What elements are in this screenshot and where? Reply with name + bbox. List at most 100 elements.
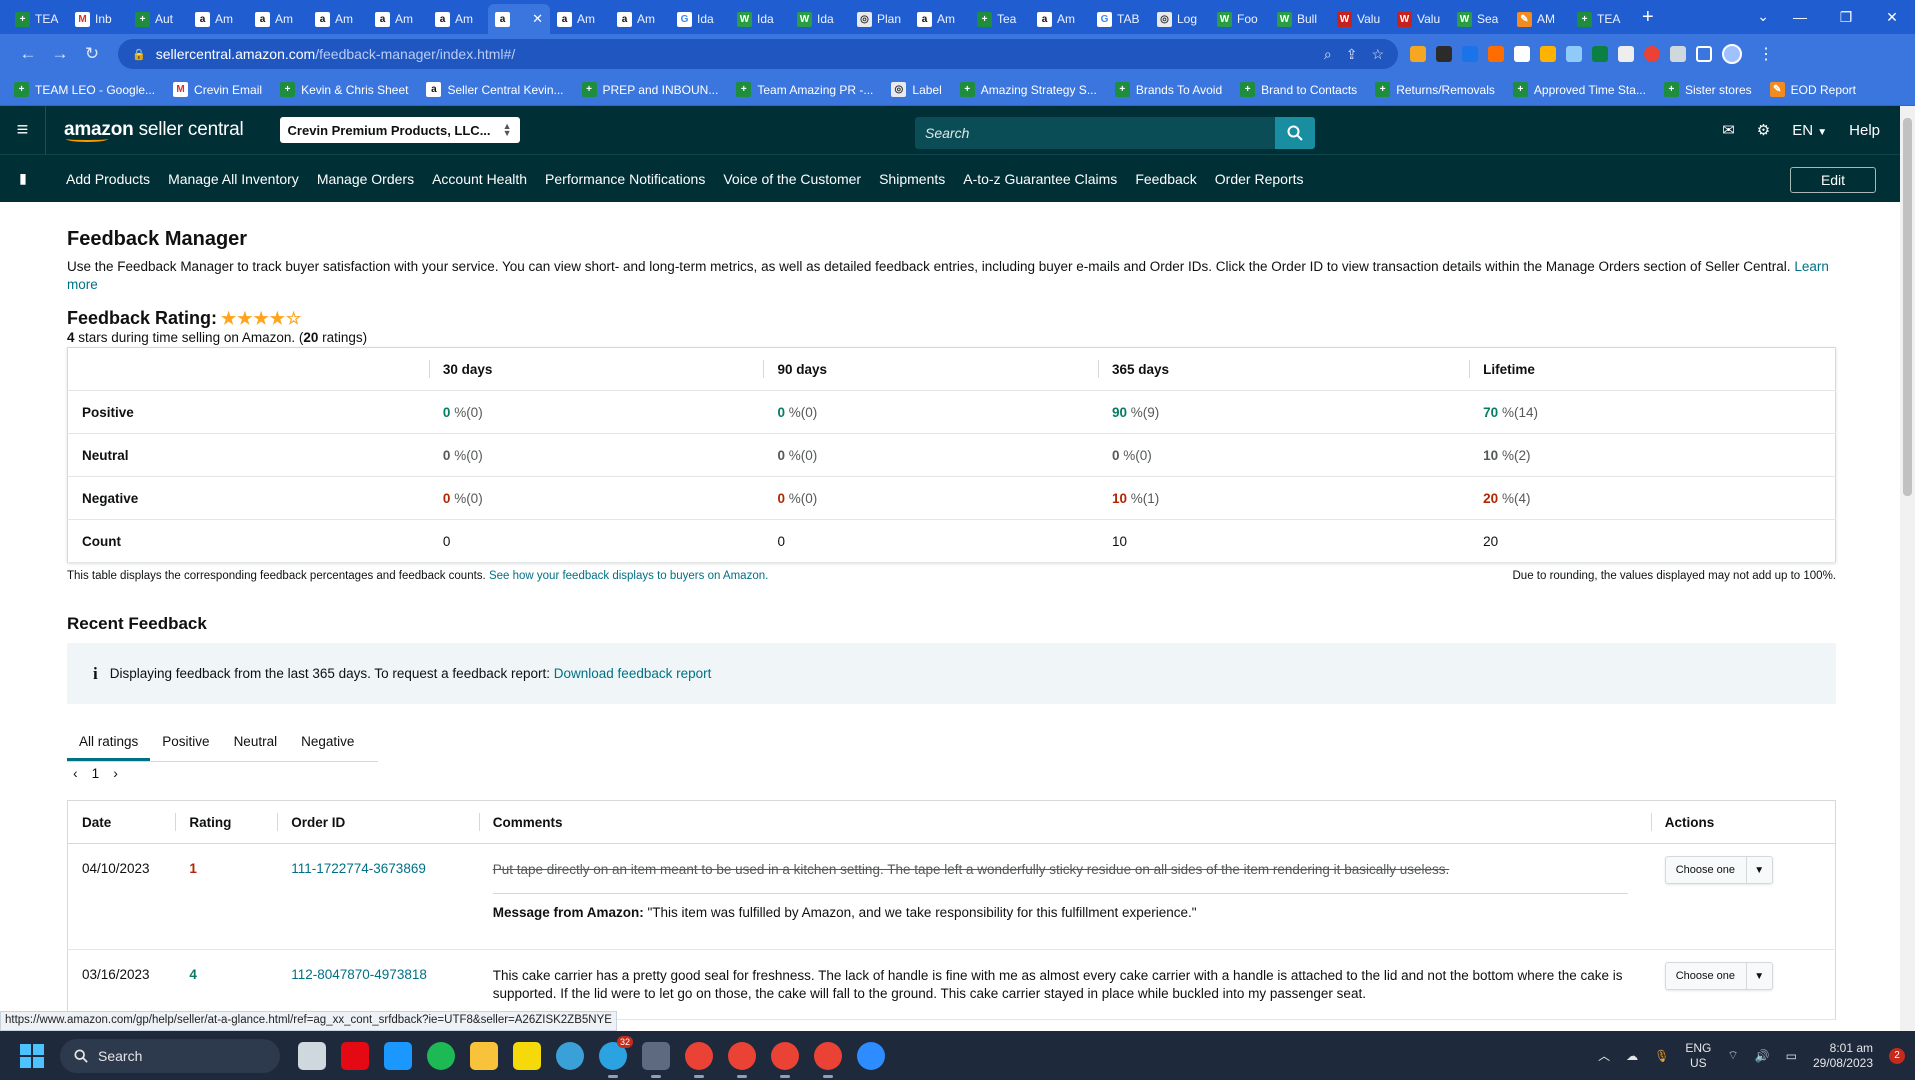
tab-positive[interactable]: Positive	[150, 734, 221, 761]
restore-icon[interactable]: ❐	[1823, 9, 1869, 26]
current-page[interactable]: 1	[92, 766, 100, 781]
netflix-app-icon[interactable]	[341, 1041, 369, 1070]
extension-icon[interactable]	[1436, 46, 1452, 62]
browser-tab[interactable]: + TEA	[8, 4, 68, 34]
mail-icon[interactable]: ✉	[1722, 121, 1735, 139]
search-input[interactable]	[915, 117, 1275, 149]
extension-icon[interactable]	[1644, 46, 1660, 62]
browser-tab[interactable]: W Ida	[790, 4, 850, 34]
zoom-icon[interactable]: ⌕	[1324, 46, 1332, 63]
settings-gear-icon[interactable]: ⚙	[1757, 121, 1770, 139]
back-icon[interactable]: ←	[12, 44, 44, 64]
notification-badge[interactable]: 2	[1889, 1047, 1905, 1064]
microphone-icon[interactable]: 🎙	[1654, 1049, 1669, 1063]
bookmark-item[interactable]: ✎ EOD Report	[1769, 82, 1856, 97]
bookmark-item[interactable]: ◎ Label	[891, 82, 942, 97]
extension-icon[interactable]	[1540, 46, 1556, 62]
browser-tab[interactable]: a Am	[910, 4, 970, 34]
prime-video-app-icon[interactable]	[384, 1041, 412, 1070]
chrome-app-icon[interactable]	[685, 1041, 713, 1078]
language-selector[interactable]: EN ▼	[1792, 122, 1827, 139]
nav-item-voice-of-the-customer[interactable]: Voice of the Customer	[723, 171, 861, 187]
browser-tab[interactable]: W Bull	[1270, 4, 1330, 34]
browser-tab[interactable]: W Foo	[1210, 4, 1270, 34]
pin-bookmark-icon[interactable]: ▮	[0, 170, 46, 187]
browser-tab[interactable]: a Am	[308, 4, 368, 34]
feedback-display-link[interactable]: See how your feedback displays to buyers…	[489, 570, 768, 582]
minimize-icon[interactable]: —	[1777, 9, 1823, 25]
browser-tab[interactable]: a Am	[248, 4, 308, 34]
browser-tab[interactable]: a Am	[1030, 4, 1090, 34]
order-id-link[interactable]: 112-8047870-4973818	[291, 967, 427, 982]
tab-neutral[interactable]: Neutral	[222, 734, 290, 761]
browser-tab[interactable]: W Valu	[1390, 4, 1450, 34]
browser-tab[interactable]: + TEA	[1570, 4, 1630, 34]
close-window-icon[interactable]: ✕	[1869, 9, 1915, 26]
browser-tab[interactable]: + Aut	[128, 4, 188, 34]
side-panel-icon[interactable]	[1696, 46, 1712, 62]
forward-icon[interactable]: →	[44, 44, 76, 64]
chevron-up-icon[interactable]: ︿	[1598, 1047, 1610, 1064]
bookmark-item[interactable]: M Crevin Email	[173, 82, 262, 97]
volume-icon[interactable]: 🔊	[1755, 1049, 1770, 1063]
windows-start-icon[interactable]	[20, 1043, 44, 1068]
nav-item-order-reports[interactable]: Order Reports	[1215, 171, 1304, 187]
puzzle-extensions-icon[interactable]	[1670, 46, 1686, 62]
bookmark-item[interactable]: + Approved Time Sta...	[1512, 82, 1646, 97]
taskbar-search[interactable]: Search	[60, 1038, 280, 1073]
extension-icon[interactable]	[1462, 46, 1478, 62]
tab-negative[interactable]: Negative	[289, 734, 366, 761]
zoom-app-icon[interactable]	[857, 1041, 885, 1070]
close-tab-icon[interactable]: ✕	[532, 11, 543, 27]
extension-icon[interactable]	[1514, 46, 1530, 62]
bookmark-item[interactable]: + Sister stores	[1663, 82, 1752, 97]
next-page-icon[interactable]: ›	[113, 765, 118, 781]
tab-search-chevron-icon[interactable]: ⌄	[1757, 8, 1769, 25]
browser-tab[interactable]: W Ida	[730, 4, 790, 34]
nav-item-manage-orders[interactable]: Manage Orders	[317, 171, 414, 187]
task-view-app-icon[interactable]	[298, 1041, 326, 1070]
bookmark-item[interactable]: + Returns/Removals	[1375, 82, 1495, 97]
account-switcher[interactable]: Crevin Premium Products, LLC... ▲ ▼	[279, 117, 520, 143]
bookmark-item[interactable]: + Brands To Avoid	[1114, 82, 1222, 97]
prev-page-icon[interactable]: ‹	[73, 765, 78, 781]
calculator-app-icon[interactable]	[642, 1041, 670, 1078]
hamburger-menu-icon[interactable]: ≡	[0, 106, 46, 154]
spotify-app-icon[interactable]	[427, 1041, 455, 1070]
nav-item-shipments[interactable]: Shipments	[879, 171, 945, 187]
bookmark-item[interactable]: + Brand to Contacts	[1240, 82, 1357, 97]
bookmark-item[interactable]: + Kevin & Chris Sheet	[280, 82, 408, 97]
browser-tab[interactable]: a Am	[368, 4, 428, 34]
nav-item-add-products[interactable]: Add Products	[66, 171, 150, 187]
battery-icon[interactable]: ▭	[1786, 1049, 1797, 1063]
extension-icon[interactable]	[1592, 46, 1608, 62]
chrome-app-icon[interactable]	[771, 1041, 799, 1078]
nav-item-manage-all-inventory[interactable]: Manage All Inventory	[168, 171, 299, 187]
scrollbar-thumb[interactable]	[1903, 118, 1912, 496]
sticky-notes-app-icon[interactable]	[513, 1041, 541, 1070]
extension-icon[interactable]	[1618, 46, 1634, 62]
browser-tab[interactable]: + Tea	[970, 4, 1030, 34]
browser-tab[interactable]: G TAB	[1090, 4, 1150, 34]
bookmark-item[interactable]: + Amazing Strategy S...	[959, 82, 1097, 97]
page-scrollbar[interactable]	[1900, 106, 1915, 1031]
browser-tab[interactable]: ✎ AM	[1510, 4, 1570, 34]
clock[interactable]: 8:01 am 29/08/2023	[1813, 1041, 1873, 1071]
bookmark-item[interactable]: + Team Amazing PR -...	[736, 82, 873, 97]
browser-tab[interactable]: W Sea	[1450, 4, 1510, 34]
browser-tab[interactable]: G Ida	[670, 4, 730, 34]
download-report-link[interactable]: Download feedback report	[554, 666, 712, 681]
nav-item-performance-notifications[interactable]: Performance Notifications	[545, 171, 705, 187]
wifi-icon[interactable]: ⌔	[1727, 1048, 1738, 1063]
nav-item-account-health[interactable]: Account Health	[432, 171, 527, 187]
nav-item-feedback[interactable]: Feedback	[1135, 171, 1196, 187]
action-dropdown[interactable]: Choose one ▼	[1664, 962, 1773, 990]
tab-all-ratings[interactable]: All ratings	[67, 734, 151, 761]
help-link[interactable]: Help	[1849, 122, 1880, 139]
seller-central-logo[interactable]: amazon seller central	[64, 119, 244, 142]
lock-icon[interactable]: 🔒	[132, 48, 146, 61]
telegram-app-icon[interactable]: 32	[599, 1035, 633, 1078]
profile-avatar[interactable]	[1722, 44, 1742, 64]
chrome-app-icon[interactable]	[728, 1041, 756, 1078]
browser-tab[interactable]: a Am	[610, 4, 670, 34]
